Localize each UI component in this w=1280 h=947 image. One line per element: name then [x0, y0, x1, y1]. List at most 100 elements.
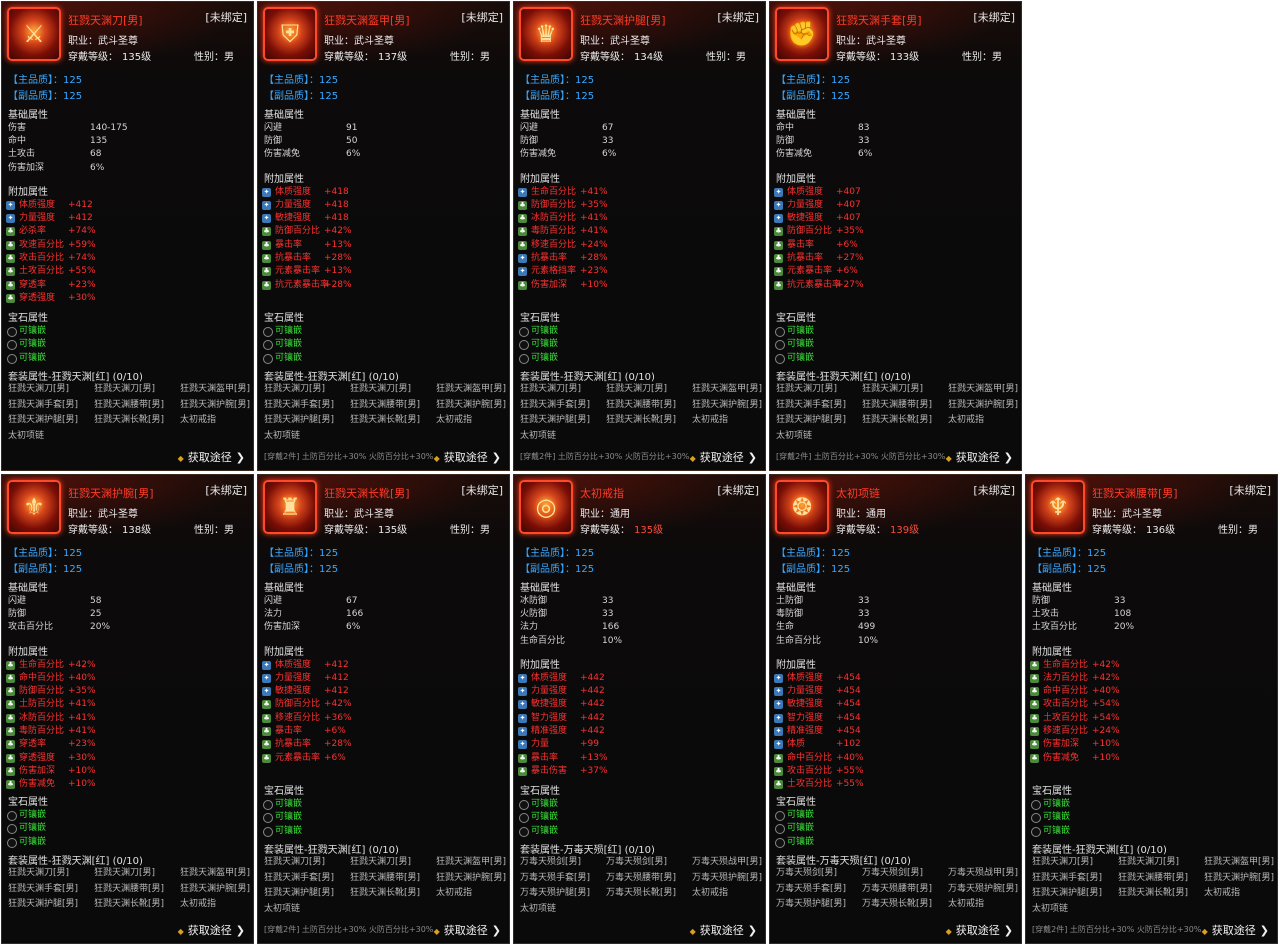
main-quality-label: 【主品质】：	[1032, 548, 1087, 559]
gem-slot[interactable]: 可镶嵌	[7, 809, 207, 822]
gem-slot[interactable]: 可镶嵌	[519, 338, 719, 351]
attribute-name: 移速百分比	[275, 712, 321, 723]
blue-attribute-icon: ✦	[262, 214, 271, 224]
attribute-value: 33	[858, 609, 870, 620]
attribute-value: +412	[324, 659, 349, 670]
additional-attribute-row: ✦ 体质强度 +442	[518, 672, 764, 685]
attribute-name: 敏捷强度	[531, 699, 568, 710]
gem-slot[interactable]: 可镶嵌	[519, 325, 719, 338]
attribute-name: 敏捷强度	[787, 699, 824, 710]
item-icon-frame[interactable]: ♆	[1031, 480, 1085, 534]
bind-status: [未绑定]	[717, 11, 759, 24]
additional-attribute-row: ♣ 暴击伤害 +37%	[518, 765, 764, 778]
gem-slot[interactable]: 可镶嵌	[775, 836, 975, 849]
main-quality-value: 125	[319, 548, 339, 559]
set-item-name: 狂戮天渊刀[男]	[8, 384, 70, 395]
gem-slot[interactable]: 可镶嵌	[775, 352, 975, 365]
gem-slot-label: 可镶嵌	[19, 823, 47, 834]
additional-attribute-row: ♣ 命中百分比 +40%	[6, 672, 252, 685]
get-source-button[interactable]: ◆ 获取途径 ❯	[178, 923, 245, 939]
attribute-name: 攻击百分比	[19, 252, 65, 263]
gem-slot[interactable]: 可镶嵌	[7, 338, 207, 351]
additional-attribute-row: ♣ 穿透率 +23%	[6, 738, 252, 751]
item-icon-frame[interactable]: ⛨	[263, 7, 317, 61]
attribute-value: +407	[836, 213, 861, 224]
set-items-row: 太初项链	[264, 429, 509, 445]
additional-attribute-row: ♣ 伤害减免 +10%	[6, 778, 252, 791]
gem-slot[interactable]: 可镶嵌	[7, 325, 207, 338]
sub-quality-label: 【副品质】：	[520, 91, 575, 102]
gem-slot[interactable]: 可镶嵌	[519, 825, 719, 838]
gem-slot[interactable]: 可镶嵌	[1031, 798, 1231, 811]
gem-slot[interactable]: 可镶嵌	[263, 338, 463, 351]
green-attribute-icon: ♣	[518, 766, 527, 776]
get-source-button[interactable]: ◆ 获取途径 ❯	[434, 450, 501, 466]
base-attribute-row: 土攻击 68	[8, 148, 248, 161]
gem-slot[interactable]: 可镶嵌	[263, 798, 463, 811]
item-tooltip-card: ✊ 狂戮天渊手套[男] [未绑定] 职业：武斗圣尊 穿戴等级： 133级 性别：男 【主品质】…	[769, 1, 1022, 471]
attribute-value: 91	[346, 123, 358, 133]
attribute-name: 防御百分比	[19, 686, 65, 697]
item-icon-frame[interactable]: ♛	[519, 7, 573, 61]
get-source-button[interactable]: ◆ 获取途径 ❯	[1202, 923, 1269, 939]
green-attribute-icon: ♣	[262, 713, 271, 723]
gem-slot-list: 可镶嵌 可镶嵌 可镶嵌	[775, 325, 975, 365]
sex-label: 性别：	[962, 52, 992, 63]
get-source-button[interactable]: ◆ 获取途径 ❯	[690, 450, 757, 466]
gem-slot[interactable]: 可镶嵌	[519, 798, 719, 811]
get-source-button[interactable]: ◆ 获取途径 ❯	[434, 923, 501, 939]
set-item-name: 狂戮天渊手套[男]	[520, 399, 591, 410]
base-attribute-row: 法力 166	[264, 608, 504, 621]
item-icon-frame[interactable]: ♜	[263, 480, 317, 534]
set-item-name: 狂戮天渊刀[男]	[1032, 857, 1094, 868]
gem-slot[interactable]: 可镶嵌	[263, 825, 463, 838]
additional-attribute-row: ♣ 抗暴击率 +28%	[262, 738, 508, 751]
blue-attribute-icon: ✦	[262, 187, 271, 197]
attribute-name: 移速百分比	[1043, 726, 1089, 737]
base-attributes-list: 闪避 91 防御 50 伤害减免 6%	[264, 122, 504, 162]
attribute-value: +10%	[1092, 739, 1120, 750]
additional-attribute-row: ♣ 土攻百分比 +55%	[774, 778, 1020, 791]
get-source-button[interactable]: ◆ 获取途径 ❯	[690, 923, 757, 939]
blue-attribute-icon: ✦	[518, 740, 527, 750]
get-source-button[interactable]: ◆ 获取途径 ❯	[946, 450, 1013, 466]
gem-slot[interactable]: 可镶嵌	[1031, 825, 1231, 838]
get-source-label: 获取途径	[699, 451, 744, 464]
item-icon-frame[interactable]: ✊	[775, 7, 829, 61]
gem-slot[interactable]: 可镶嵌	[519, 352, 719, 365]
attribute-name: 敏捷强度	[787, 213, 824, 224]
gem-attributes-title: 宝石属性	[264, 786, 304, 797]
gem-slot[interactable]: 可镶嵌	[775, 809, 975, 822]
set-item-name: 万毒天殒腰带[男]	[606, 872, 677, 883]
gem-slot[interactable]: 可镶嵌	[519, 811, 719, 824]
gem-slot[interactable]: 可镶嵌	[775, 822, 975, 835]
item-icon-frame[interactable]: ❂	[775, 480, 829, 534]
gem-attributes-title: 宝石属性	[520, 313, 560, 324]
gem-slot[interactable]: 可镶嵌	[263, 811, 463, 824]
base-attributes-title: 基础属性	[520, 110, 560, 121]
attribute-value: +28%	[324, 739, 352, 750]
set-items-row: 狂戮天渊刀[男] 狂戮天渊刀[男] 狂戮天渊盔甲[男]	[1032, 855, 1277, 871]
gem-slot[interactable]: 可镶嵌	[775, 325, 975, 338]
set-item-name: 狂戮天渊刀[男]	[94, 384, 156, 395]
set-items-row: 万毒天殒剑[男] 万毒天殒剑[男] 万毒天殒战甲[男]	[776, 866, 1021, 882]
sub-quality: 【副品质】：125	[520, 87, 594, 102]
blue-attribute-icon: ✦	[262, 660, 271, 670]
set-bonus-line: [穿戴2件] 土防百分比+30% 火防百分比+30%	[520, 452, 690, 461]
gem-slot[interactable]: 可镶嵌	[263, 325, 463, 338]
item-icon-frame[interactable]: ◎	[519, 480, 573, 534]
gem-attributes-title: 宝石属性	[8, 313, 48, 324]
gem-slot[interactable]: 可镶嵌	[7, 352, 207, 365]
base-attributes-list: 伤害 140-175 命中 135 土攻击 68 伤害加深 6%	[8, 122, 248, 175]
gem-slot[interactable]: 可镶嵌	[1031, 811, 1231, 824]
gem-slot[interactable]: 可镶嵌	[7, 822, 207, 835]
set-item-name: 太初项链	[264, 903, 301, 914]
get-source-button[interactable]: ◆ 获取途径 ❯	[946, 923, 1013, 939]
gem-slot[interactable]: 可镶嵌	[7, 836, 207, 849]
item-icon-frame[interactable]: ⚜	[7, 480, 61, 534]
gem-slot[interactable]: 可镶嵌	[263, 352, 463, 365]
gem-slot[interactable]: 可镶嵌	[775, 338, 975, 351]
gem-slot-list: 可镶嵌 可镶嵌 可镶嵌	[263, 325, 463, 365]
item-icon-frame[interactable]: ⚔	[7, 7, 61, 61]
get-source-button[interactable]: ◆ 获取途径 ❯	[178, 450, 245, 466]
